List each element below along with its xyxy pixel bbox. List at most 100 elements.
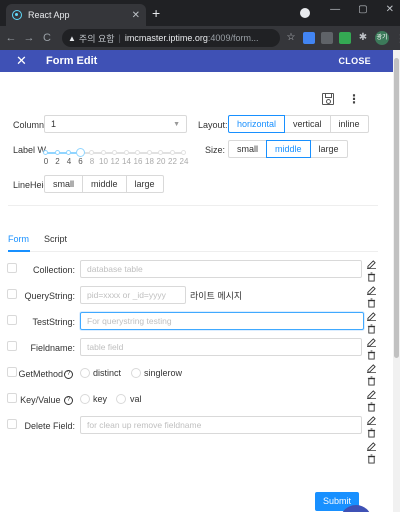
trash-icon[interactable] xyxy=(367,298,376,308)
slider-dot xyxy=(146,150,152,155)
react-devtools-icon[interactable] xyxy=(321,32,333,44)
slider-dot xyxy=(100,150,106,155)
slider-mark-label[interactable]: 16 xyxy=(134,157,143,166)
question-icon[interactable]: ? xyxy=(64,396,73,406)
edit-icon[interactable] xyxy=(367,390,376,399)
trash-icon[interactable] xyxy=(367,272,376,282)
slider-mark-label[interactable]: 4 xyxy=(67,157,71,166)
browser-menu-icon[interactable]: ⋮ xyxy=(395,32,400,45)
edit-icon[interactable] xyxy=(367,364,376,373)
trash-icon[interactable] xyxy=(367,402,376,412)
row-checkbox[interactable] xyxy=(7,367,17,377)
line-height-small[interactable]: small xyxy=(44,175,84,193)
back-button[interactable]: ← xyxy=(4,32,18,44)
restore-button[interactable]: ▢ xyxy=(358,4,367,15)
slider-handle[interactable] xyxy=(75,148,85,157)
layout-label: Layout: xyxy=(198,120,228,130)
field-label-with-help: Key/Value ? xyxy=(20,395,73,406)
slider-mark-label[interactable]: 10 xyxy=(99,157,108,166)
radio-val[interactable] xyxy=(116,394,126,404)
querystring-input[interactable]: pid=xxxx or _id=yyyy xyxy=(80,286,186,304)
radio-distinct[interactable] xyxy=(80,368,90,378)
size-radio-group: small middle large xyxy=(228,140,348,158)
slider-mark-label[interactable]: 8 xyxy=(90,157,94,166)
slider-mark-label[interactable]: 2 xyxy=(55,157,59,166)
edit-icon[interactable] xyxy=(367,416,376,425)
extension-icon[interactable] xyxy=(339,32,351,44)
app-content: ✕ Form Edit CLOSE ⋮ Column 1 ▼ Layout: h… xyxy=(0,50,393,512)
field-label: Fieldname: xyxy=(30,343,75,353)
tab-close-icon[interactable]: ✕ xyxy=(132,10,140,21)
url-input[interactable]: ▲ 주의 요함 | imcmaster.iptime.org :4009/for… xyxy=(62,29,280,47)
save-icon[interactable] xyxy=(322,93,334,105)
fieldname-input[interactable]: table field xyxy=(80,338,362,356)
row-checkbox[interactable] xyxy=(7,419,17,429)
scrollbar[interactable] xyxy=(393,50,400,512)
row-checkbox[interactable] xyxy=(7,263,17,273)
trash-icon[interactable] xyxy=(367,454,376,464)
edit-icon[interactable] xyxy=(367,338,376,347)
layout-vertical[interactable]: vertical xyxy=(284,115,331,133)
forward-button[interactable]: → xyxy=(22,32,36,44)
slider-mark-label[interactable]: 20 xyxy=(157,157,166,166)
row-checkbox[interactable] xyxy=(7,315,17,325)
edit-icon[interactable] xyxy=(367,260,376,269)
window-close-button[interactable]: ✕ xyxy=(386,4,394,15)
line-height-large[interactable]: large xyxy=(125,175,164,193)
puzzle-icon[interactable]: ✱ xyxy=(357,32,369,44)
slider-mark-label[interactable]: 12 xyxy=(111,157,120,166)
slider-mark-label[interactable]: 14 xyxy=(122,157,131,166)
edit-icon[interactable] xyxy=(367,442,376,451)
translate-extension-icon[interactable] xyxy=(303,32,315,44)
scrollbar-thumb[interactable] xyxy=(394,58,399,358)
row-checkbox[interactable] xyxy=(7,393,17,403)
minimize-button[interactable]: — xyxy=(330,4,340,15)
browser-tab[interactable]: React App ✕ xyxy=(6,4,146,26)
row-checkbox[interactable] xyxy=(7,341,17,351)
radio-singlerow[interactable] xyxy=(131,368,141,378)
radio-key[interactable] xyxy=(80,394,90,404)
slider-dot xyxy=(181,150,186,155)
slider-marks: 0 2 4 6 8 10 12 14 16 18 20 22 24 xyxy=(44,157,194,167)
slider-mark-label[interactable]: 0 xyxy=(44,157,48,166)
size-middle[interactable]: middle xyxy=(266,140,311,158)
row-checkbox[interactable] xyxy=(7,289,17,299)
collection-input[interactable]: database table xyxy=(80,260,362,278)
slider-mark-label[interactable]: 22 xyxy=(168,157,177,166)
tab-form[interactable]: Form xyxy=(8,234,29,244)
label-width-label: Label W xyxy=(13,145,47,155)
security-label: 주의 요함 xyxy=(78,33,115,44)
react-logo-icon xyxy=(12,10,22,20)
close-icon[interactable]: ✕ xyxy=(16,53,27,69)
trash-icon[interactable] xyxy=(367,324,376,334)
slider-mark-label[interactable]: 24 xyxy=(180,157,189,166)
slider-mark-label[interactable]: 6 xyxy=(78,157,82,166)
trash-icon[interactable] xyxy=(367,376,376,386)
size-label: Size: xyxy=(205,145,226,155)
reload-button[interactable]: C xyxy=(40,32,54,44)
field-label: QueryString: xyxy=(24,291,75,301)
layout-inline[interactable]: inline xyxy=(329,115,369,133)
profile-indicator-icon[interactable] xyxy=(300,8,310,18)
star-icon[interactable]: ☆ xyxy=(285,32,297,44)
teststring-input[interactable]: For querystring testing xyxy=(80,312,364,330)
edit-icon[interactable] xyxy=(367,312,376,321)
close-button[interactable]: CLOSE xyxy=(338,56,371,66)
trash-icon[interactable] xyxy=(367,350,376,360)
label-width-slider[interactable]: 0 2 4 6 8 10 12 14 16 18 20 22 24 xyxy=(43,147,189,167)
line-height-middle[interactable]: middle xyxy=(82,175,127,193)
more-vert-icon[interactable]: ⋮ xyxy=(348,93,360,105)
tab-script[interactable]: Script xyxy=(44,234,67,244)
trash-icon[interactable] xyxy=(367,428,376,438)
new-tab-button[interactable]: + xyxy=(152,5,160,21)
slider-mark-label[interactable]: 18 xyxy=(145,157,154,166)
size-small[interactable]: small xyxy=(228,140,268,158)
profile-avatar[interactable]: 광기 xyxy=(375,31,389,45)
edit-icon[interactable] xyxy=(367,286,376,295)
column-select[interactable]: 1 ▼ xyxy=(44,115,187,133)
slider-dot xyxy=(112,150,117,155)
question-icon[interactable]: ? xyxy=(64,370,73,380)
size-large[interactable]: large xyxy=(309,140,348,158)
deletefield-input[interactable]: for clean up remove fieldname xyxy=(80,416,362,434)
layout-horizontal[interactable]: horizontal xyxy=(228,115,286,133)
